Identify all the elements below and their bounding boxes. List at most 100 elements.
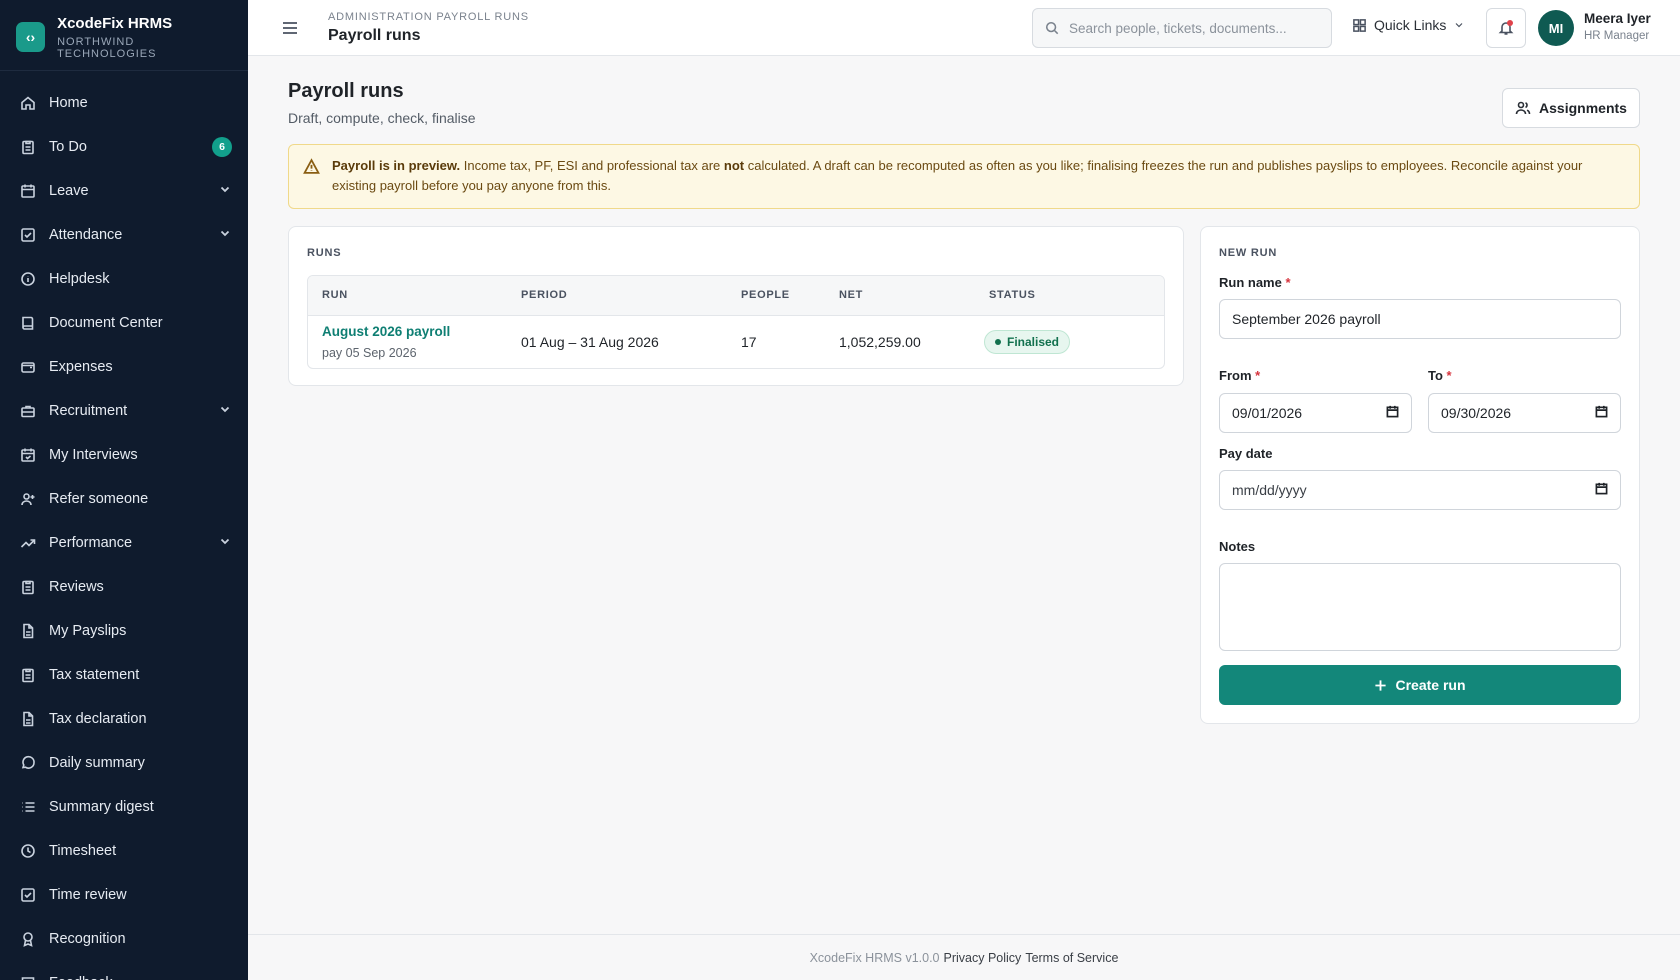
new-run-section-label: NEW RUN xyxy=(1219,247,1278,259)
sidebar-item-recruitment[interactable]: Recruitment xyxy=(0,389,248,433)
pay-date-input[interactable]: mm/dd/yyyy xyxy=(1219,470,1621,510)
clipboard-icon xyxy=(20,139,36,155)
create-run-button[interactable]: Create run xyxy=(1219,665,1621,705)
from-label-text: From xyxy=(1219,368,1252,383)
table-row[interactable]: August 2026 payroll pay 05 Sep 2026 01 A… xyxy=(308,316,1164,368)
sidebar-item-document-center[interactable]: Document Center xyxy=(0,301,248,345)
from-label: From * xyxy=(1219,368,1260,383)
pay-date-placeholder: mm/dd/yyyy xyxy=(1232,482,1307,498)
run-name-input[interactable]: September 2026 payroll xyxy=(1219,299,1621,339)
main-content: Payroll runs Draft, compute, check, fina… xyxy=(248,56,1680,934)
brand[interactable]: ‹› XcodeFix HRMS NORTHWIND TECHNOLOGIES xyxy=(0,0,248,71)
brand-name: XcodeFix HRMS xyxy=(57,14,173,32)
sidebar-item-label: Tax declaration xyxy=(49,711,147,727)
assignments-button[interactable]: Assignments xyxy=(1502,88,1640,128)
search-box[interactable] xyxy=(1032,8,1332,48)
from-date-input[interactable]: 09/01/2026 xyxy=(1219,393,1412,433)
notifications-button[interactable] xyxy=(1486,8,1526,48)
quick-links-label: Quick Links xyxy=(1374,17,1447,33)
quick-links-button[interactable]: Quick Links xyxy=(1352,17,1465,33)
sidebar-item-label: Refer someone xyxy=(49,491,149,507)
runs-section-label: RUNS xyxy=(307,247,342,259)
alert-text-1: Income tax, PF, ESI and professional tax… xyxy=(460,158,724,173)
chevron-down-icon[interactable] xyxy=(218,534,232,552)
to-date-input[interactable]: 09/30/2026 xyxy=(1428,393,1621,433)
top-header: ADMINISTRATION PAYROLL RUNS Payroll runs… xyxy=(248,0,1680,56)
user-name[interactable]: Meera Iyer xyxy=(1584,11,1651,26)
sidebar-item-refer-someone[interactable]: Refer someone xyxy=(0,477,248,521)
sidebar-item-label: Document Center xyxy=(49,315,163,331)
sidebar-item-to-do[interactable]: To Do 6 xyxy=(0,125,248,169)
check-square-icon xyxy=(20,887,36,903)
to-label-text: To xyxy=(1428,368,1443,383)
trending-up-icon xyxy=(20,535,36,551)
menu-toggle-button[interactable] xyxy=(280,18,300,38)
sidebar-item-my-interviews[interactable]: My Interviews xyxy=(0,433,248,477)
from-date-value: 09/01/2026 xyxy=(1232,405,1303,421)
sidebar-item-timesheet[interactable]: Timesheet xyxy=(0,829,248,873)
sidebar-item-tax-declaration[interactable]: Tax declaration xyxy=(0,697,248,741)
privacy-policy-link[interactable]: Privacy Policy xyxy=(944,951,1022,965)
sidebar-item-attendance[interactable]: Attendance xyxy=(0,213,248,257)
preview-alert: Payroll is in preview. Income tax, PF, E… xyxy=(288,144,1640,209)
sidebar-item-summary-digest[interactable]: Summary digest xyxy=(0,785,248,829)
grid-icon xyxy=(1353,18,1366,32)
search-input[interactable] xyxy=(1069,20,1319,36)
column-header-run: RUN xyxy=(322,289,348,301)
chevron-down-icon[interactable] xyxy=(218,226,232,244)
required-mark: * xyxy=(1285,275,1291,290)
book-icon xyxy=(20,315,36,331)
avatar[interactable]: MI xyxy=(1538,10,1574,46)
calendar-icon[interactable] xyxy=(1595,482,1608,498)
sidebar-item-performance[interactable]: Performance xyxy=(0,521,248,565)
notes-textarea[interactable] xyxy=(1219,563,1621,651)
calendar-icon xyxy=(20,183,36,199)
calendar-icon[interactable] xyxy=(1595,405,1608,421)
sidebar-item-daily-summary[interactable]: Daily summary xyxy=(0,741,248,785)
sidebar-item-label: Performance xyxy=(49,535,133,551)
sidebar-item-my-payslips[interactable]: My Payslips xyxy=(0,609,248,653)
run-name-link[interactable]: August 2026 payroll xyxy=(322,324,450,339)
sidebar-item-recognition[interactable]: Recognition xyxy=(0,917,248,961)
sidebar-item-expenses[interactable]: Expenses xyxy=(0,345,248,389)
runs-card: RUNS RUN PERIOD PEOPLE NET STATUS August… xyxy=(288,226,1184,386)
sidebar-item-home[interactable]: Home xyxy=(0,81,248,125)
wallet-icon xyxy=(20,359,36,375)
list-icon xyxy=(20,799,36,815)
sidebar-item-leave[interactable]: Leave xyxy=(0,169,248,213)
sidebar-item-feedback[interactable]: Feedback xyxy=(0,961,248,980)
status-dot-icon xyxy=(995,339,1001,345)
sidebar-item-time-review[interactable]: Time review xyxy=(0,873,248,917)
run-people: 17 xyxy=(741,334,757,350)
chevron-down-icon[interactable] xyxy=(218,402,232,420)
footer: XcodeFix HRMS v1.0.0 Privacy Policy Term… xyxy=(248,934,1680,980)
message-icon xyxy=(20,975,36,980)
sidebar-item-label: Home xyxy=(49,95,88,111)
sidebar-item-label: Daily summary xyxy=(49,755,145,771)
check-square-icon xyxy=(20,227,36,243)
calendar-icon[interactable] xyxy=(1386,405,1399,421)
run-name-label-text: Run name xyxy=(1219,275,1282,290)
sidebar-item-tax-statement[interactable]: Tax statement xyxy=(0,653,248,697)
notes-label: Notes xyxy=(1219,539,1256,554)
run-period: 01 Aug – 31 Aug 2026 xyxy=(521,334,659,350)
sidebar-item-helpdesk[interactable]: Helpdesk xyxy=(0,257,248,301)
chevron-down-icon[interactable] xyxy=(218,182,232,200)
to-label: To * xyxy=(1428,368,1452,383)
required-mark: * xyxy=(1255,368,1261,383)
sidebar-item-label: Reviews xyxy=(49,579,104,595)
page-subtitle: Draft, compute, check, finalise xyxy=(288,110,476,126)
sidebar-item-label: Feedback xyxy=(49,975,232,980)
run-name-label: Run name * xyxy=(1219,275,1291,290)
table-header: RUN PERIOD PEOPLE NET STATUS xyxy=(308,276,1164,316)
create-run-label: Create run xyxy=(1395,677,1466,693)
column-header-net: NET xyxy=(839,289,864,301)
home-icon xyxy=(20,95,36,111)
sidebar-item-reviews[interactable]: Reviews xyxy=(0,565,248,609)
file-icon xyxy=(20,623,36,639)
user-role: HR Manager xyxy=(1584,30,1650,42)
sidebar-item-label: Recognition xyxy=(49,931,126,947)
run-name-value: September 2026 payroll xyxy=(1232,311,1381,327)
briefcase-icon xyxy=(20,403,36,419)
terms-of-service-link[interactable]: Terms of Service xyxy=(1025,951,1118,965)
